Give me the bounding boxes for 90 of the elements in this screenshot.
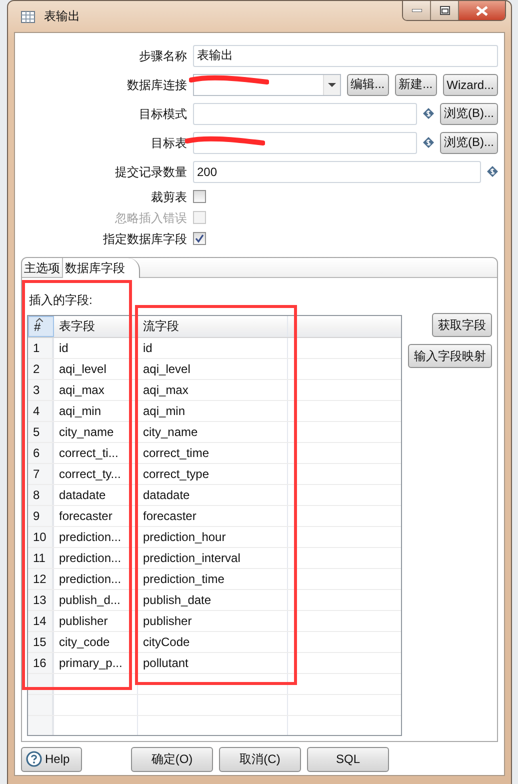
field-label: 指定数据库字段 — [102, 232, 187, 246]
column-header[interactable]: 流字段 — [138, 316, 288, 337]
dialog-button[interactable]: SQL — [307, 746, 389, 772]
table-cell[interactable]: publish_date — [138, 590, 288, 610]
input-field[interactable] — [193, 102, 417, 124]
table-cell[interactable]: aqi_min — [138, 401, 288, 421]
dropdown-field[interactable] — [193, 74, 341, 96]
checkbox[interactable] — [193, 232, 206, 245]
table-cell[interactable]: city_name — [138, 422, 288, 442]
maximize-button[interactable] — [431, 1, 459, 20]
table-cell[interactable]: pollutant — [138, 653, 288, 673]
table-cell[interactable]: id — [138, 338, 288, 358]
row-number: 2 — [28, 359, 54, 379]
field-label: 步骤名称 — [138, 48, 187, 62]
side-button[interactable]: 输入字段映射 — [408, 344, 492, 368]
table-cell[interactable]: publisher — [138, 611, 288, 631]
field-label: 提交记录数量 — [114, 164, 187, 178]
window-title: 表输出 — [44, 8, 80, 25]
table-cell[interactable]: correct_ty... — [54, 464, 138, 484]
table-cell[interactable]: forecaster — [54, 506, 138, 526]
table-cell[interactable]: correct_ti... — [54, 443, 138, 463]
table-cell[interactable]: prediction... — [54, 569, 138, 589]
row-number: 12 — [28, 569, 54, 589]
minimize-button[interactable] — [403, 1, 431, 20]
checkbox[interactable] — [193, 190, 206, 203]
table-cell[interactable]: forecaster — [138, 506, 288, 526]
table-cell[interactable]: aqi_max — [54, 380, 138, 400]
input-field[interactable]: 200 — [193, 160, 481, 182]
help-icon — [26, 751, 42, 768]
row-number: 16 — [28, 653, 54, 673]
table-cell[interactable]: primary_p... — [54, 653, 138, 673]
row-number: 1 — [28, 338, 54, 358]
row-number: 10 — [28, 527, 54, 547]
table-cell[interactable]: id — [54, 338, 138, 358]
row-number: 15 — [28, 632, 54, 652]
row-number: 8 — [28, 485, 54, 505]
column-header[interactable]: # — [28, 316, 54, 337]
table-cell[interactable]: prediction_time — [138, 569, 288, 589]
table-cell[interactable]: prediction_interval — [138, 548, 288, 568]
table-cell[interactable]: aqi_level — [54, 359, 138, 379]
dialog-button[interactable]: 取消(C) — [219, 746, 301, 772]
row-number: 4 — [28, 401, 54, 421]
row-number: 14 — [28, 611, 54, 631]
tab[interactable]: 数据库字段 — [63, 258, 140, 278]
maximize-icon — [440, 6, 450, 15]
table-cell[interactable]: aqi_level — [138, 359, 288, 379]
help-button[interactable]: Help — [21, 746, 82, 772]
sort-icon — [36, 318, 43, 322]
row-number: 13 — [28, 590, 54, 610]
field-label: 目标表 — [150, 136, 187, 150]
close-icon — [476, 6, 488, 16]
table-cell[interactable]: datadate — [138, 485, 288, 505]
dialog-button[interactable]: 确定(O) — [131, 746, 213, 772]
row-number: 6 — [28, 443, 54, 463]
row-number: 5 — [28, 422, 54, 442]
row-number: 9 — [28, 506, 54, 526]
row-number: 11 — [28, 548, 54, 568]
table-cell[interactable]: prediction... — [54, 548, 138, 568]
row-number: 3 — [28, 380, 54, 400]
input-field[interactable] — [193, 132, 417, 154]
table-cell[interactable]: city_name — [54, 422, 138, 442]
table-cell[interactable]: aqi_min — [54, 401, 138, 421]
table-cell[interactable]: prediction_hour — [138, 527, 288, 547]
table-icon — [21, 10, 35, 22]
section-label: 插入的字段: — [29, 292, 94, 309]
table-cell[interactable]: prediction... — [54, 527, 138, 547]
form-button[interactable]: Wizard... — [442, 74, 498, 96]
row-number: 7 — [28, 464, 54, 484]
input-field[interactable]: 表输出 — [193, 44, 498, 66]
table-cell[interactable]: publisher — [54, 611, 138, 631]
form-button[interactable]: 编辑... — [346, 74, 389, 96]
side-button[interactable]: 获取字段 — [432, 313, 492, 337]
table-cell[interactable]: cityCode — [138, 632, 288, 652]
field-label: 忽略插入错误 — [114, 210, 187, 224]
minimize-icon — [412, 9, 422, 12]
table-cell[interactable]: city_code — [54, 632, 138, 652]
table-cell[interactable]: aqi_max — [138, 380, 288, 400]
form-button[interactable]: 新建... — [394, 74, 437, 96]
field-label: 数据库连接 — [126, 78, 187, 92]
table-cell[interactable]: publish_d... — [54, 590, 138, 610]
form-button[interactable]: 浏览(B)... — [440, 132, 498, 154]
table-cell[interactable]: correct_type — [138, 464, 288, 484]
field-label: 裁剪表 — [150, 190, 187, 204]
dropdown-arrow-icon — [328, 82, 336, 86]
column-header[interactable]: 表字段 — [54, 316, 138, 337]
field-label: 目标模式 — [138, 106, 187, 120]
table-cell[interactable]: correct_time — [138, 443, 288, 463]
table-cell[interactable]: datadate — [54, 485, 138, 505]
close-button[interactable] — [459, 1, 505, 20]
form-button[interactable]: 浏览(B)... — [440, 102, 498, 124]
